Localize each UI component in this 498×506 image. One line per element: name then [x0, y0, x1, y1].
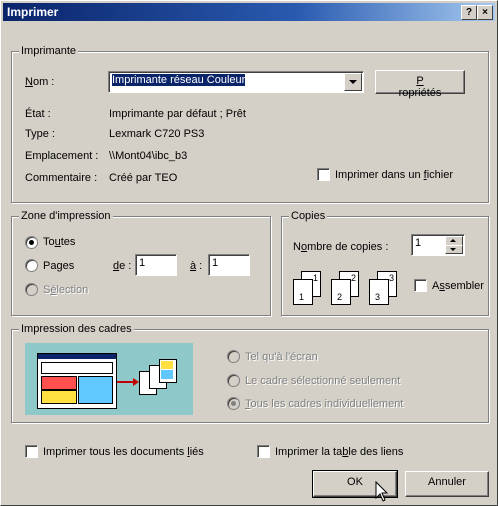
spin-down-icon[interactable] [445, 245, 463, 254]
title-bar: Imprimer ? × [3, 3, 495, 21]
frames-selected-label: Le cadre sélectionné seulement [245, 375, 401, 387]
print-to-file-label: Imprimer dans un fichier [335, 169, 454, 181]
range-selection-label: Sélection [43, 284, 89, 296]
from-value: 1 [139, 257, 146, 269]
from-input[interactable]: 1 [135, 254, 177, 276]
frames-as-screen-radio[interactable] [227, 350, 240, 363]
comment-value: Créé par TEO [109, 172, 178, 184]
cancel-button-label: Annuler [428, 476, 466, 488]
range-selection-radio[interactable] [25, 283, 38, 296]
frames-illustration [25, 343, 193, 415]
copies-group-label: Copies [289, 210, 328, 222]
frames-group-label: Impression des cadres [19, 323, 134, 335]
printer-name-value: Imprimante réseau Couleur [112, 74, 246, 86]
range-all-label: Toutes [43, 236, 76, 248]
printer-name-label: Nom : [25, 76, 55, 88]
copies-count-value: 1 [415, 237, 422, 249]
properties-button-label: Propriétés [398, 75, 442, 99]
print-linked-docs-label: Imprimer tous les documents liés [43, 446, 204, 458]
print-linked-docs-checkbox[interactable] [25, 445, 38, 458]
frames-selected-radio[interactable] [227, 374, 240, 387]
print-to-file-checkbox[interactable] [317, 168, 330, 181]
type-value: Lexmark C720 PS3 [109, 128, 205, 140]
status-value: Imprimante par défaut ; Prêt [109, 108, 246, 120]
copies-count-label: Nombre de copies : [293, 241, 389, 253]
location-value: \\Mont04\ibc_b3 [109, 150, 188, 162]
print-dialog: Imprimer ? × Imprimante Nom : Imprimante… [0, 0, 498, 506]
close-button[interactable]: × [477, 5, 493, 20]
collate-checkbox[interactable] [414, 279, 427, 292]
frames-as-screen-label: Tel qu'à l'écran [245, 351, 318, 363]
collate-label: Assembler [432, 280, 484, 292]
type-label: Type : [25, 128, 55, 140]
range-all-radio[interactable] [25, 236, 38, 249]
collate-illustration: 1 1 2 2 3 3 [291, 269, 411, 309]
printer-name-select[interactable]: Imprimante réseau Couleur [108, 71, 364, 93]
status-label: État : [25, 108, 51, 120]
chevron-down-icon[interactable] [344, 73, 362, 91]
range-pages-label: Pages [43, 260, 75, 272]
comment-label: Commentaire : [25, 172, 98, 184]
to-input[interactable]: 1 [208, 254, 250, 276]
location-label: Emplacement : [25, 150, 99, 162]
collate-page-label: 1 [312, 273, 318, 283]
properties-button[interactable]: Propriétés [375, 70, 465, 99]
dialog-title: Imprimer [7, 5, 59, 19]
to-label: à : [190, 260, 203, 272]
range-pages-radio[interactable] [25, 259, 38, 272]
help-button[interactable]: ? [461, 5, 477, 20]
print-range-group-label: Zone d'impression [19, 210, 113, 222]
copies-count-input[interactable]: 1 [411, 234, 465, 256]
frames-individually-label: Tous les cadres individuellement [245, 398, 404, 410]
frames-individually-radio[interactable] [227, 397, 240, 410]
print-link-table-label: Imprimer la table des liens [275, 446, 404, 458]
print-link-table-checkbox[interactable] [257, 445, 270, 458]
collate-page-label: 2 [337, 292, 343, 302]
cancel-button[interactable]: Annuler [405, 471, 489, 497]
printer-group-label: Imprimante [19, 45, 79, 57]
collate-page-label: 1 [299, 292, 305, 302]
collate-page-label: 2 [350, 273, 356, 283]
mouse-cursor-icon [375, 481, 389, 502]
from-label: de : [113, 260, 132, 272]
to-value: 1 [212, 257, 219, 269]
collate-page-label: 3 [388, 273, 394, 283]
collate-page-label: 3 [375, 292, 381, 302]
